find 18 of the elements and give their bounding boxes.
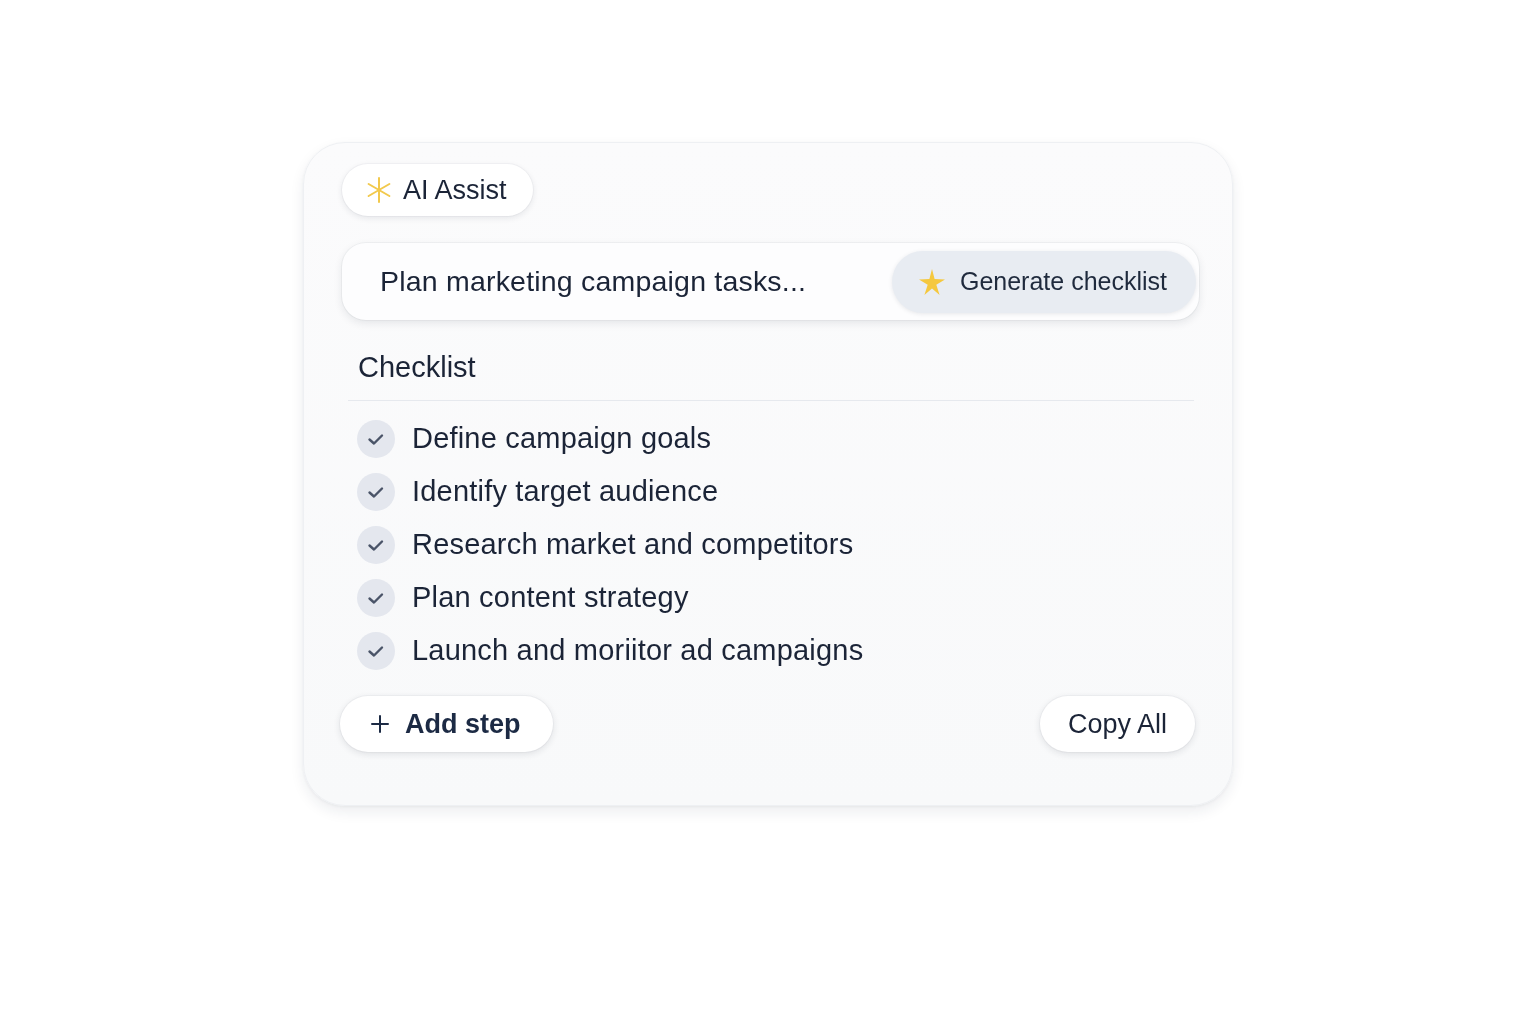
generate-checklist-button[interactable]: Generate checklist bbox=[891, 250, 1196, 313]
checkbox[interactable] bbox=[357, 472, 395, 511]
add-step-button[interactable]: Add step bbox=[340, 696, 553, 752]
checkbox[interactable] bbox=[357, 631, 395, 670]
checklist-item-label: Identify target audience bbox=[412, 475, 719, 508]
checklist-item-label: Define campaign goals bbox=[412, 422, 712, 455]
checklist-item-label: Plan content strategy bbox=[412, 581, 689, 614]
checkbox[interactable] bbox=[357, 419, 395, 458]
checklist-item-label: Research market and competitors bbox=[412, 528, 854, 561]
sparkle-icon bbox=[366, 177, 392, 203]
prompt-field[interactable]: Plan marketing campaign tasks... Generate checklist bbox=[342, 243, 1199, 320]
badge-label: AI Assist bbox=[403, 174, 507, 206]
copy-all-button[interactable]: Copy All bbox=[1039, 696, 1195, 752]
plus-icon bbox=[371, 715, 389, 733]
section-title: Checklist bbox=[348, 344, 1194, 401]
checklist-item-label: Launch and moriitor ad campaigns bbox=[412, 634, 864, 667]
checkbox[interactable] bbox=[357, 578, 395, 617]
checkbox[interactable] bbox=[357, 525, 395, 564]
